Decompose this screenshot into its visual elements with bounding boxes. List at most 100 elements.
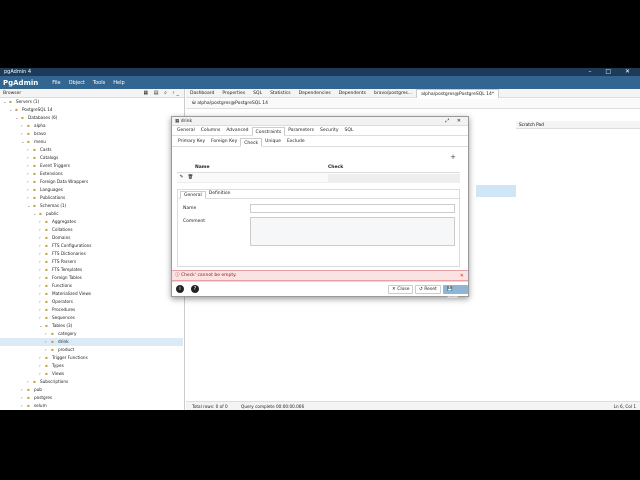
tree-item[interactable]: › ▪ FTS Templates — [0, 266, 183, 274]
tree-item[interactable]: ⌄ ▪ public — [0, 210, 183, 218]
tree-item[interactable]: ⌄ ▪ PostgreSQL 14 — [0, 106, 183, 114]
tree-item-label: Foreign Data Wrappers — [40, 179, 89, 184]
dialog-tab[interactable]: General — [174, 126, 198, 135]
comment-textarea[interactable] — [250, 217, 455, 246]
tree-item[interactable]: › ▪ Sequences — [0, 314, 183, 322]
tree-item[interactable]: › ▪ Operators — [0, 298, 183, 306]
save-button[interactable]: 💾 Save — [443, 285, 468, 300]
tree-item[interactable]: › ▪ Aggregates — [0, 218, 183, 226]
node-icon: ▪ — [45, 219, 48, 224]
tree-item[interactable]: › ▪ alpha — [0, 122, 183, 130]
constraint-tab[interactable]: Unique — [262, 137, 284, 146]
tree-item-label: bravo — [34, 131, 46, 136]
constraint-tab[interactable]: Exclude — [284, 137, 308, 146]
tree-item[interactable]: › ▪ Foreign Data Wrappers — [0, 178, 183, 186]
tree-item[interactable]: › ▪ Casts — [0, 146, 183, 154]
tree-item[interactable]: › ▪ Domains — [0, 234, 183, 242]
tree-item-label: Servers (1) — [16, 99, 40, 104]
row-name-cell[interactable] — [195, 173, 328, 183]
tree-item[interactable]: › ▪ product — [0, 346, 183, 354]
window-controls[interactable]: – □ ✕ — [588, 68, 636, 76]
dialog-tab[interactable]: Advanced — [223, 126, 251, 135]
tree-item[interactable]: › ▪ Extensions — [0, 170, 183, 178]
tree-item[interactable]: › ▪ Trigger Functions — [0, 354, 183, 362]
tree-item[interactable]: ⌄ ▪ menu — [0, 138, 183, 146]
add-row-icon[interactable]: + — [450, 153, 456, 161]
main-tab[interactable]: Dependents — [335, 91, 370, 96]
node-icon: ▪ — [45, 363, 48, 368]
main-tab[interactable]: Dashboard — [186, 91, 218, 96]
status-rows: Total rows: 0 of 0 — [192, 404, 228, 409]
tree-item-label: public — [46, 211, 59, 216]
dialog-tab[interactable]: SQL — [341, 126, 356, 135]
main-tab[interactable]: SQL — [249, 91, 266, 96]
delete-icon[interactable]: 🗑 — [186, 175, 195, 180]
tree-item[interactable]: › ▪ bravo — [0, 130, 183, 138]
menu-tools[interactable]: Tools — [93, 80, 105, 86]
tree-item[interactable]: › ▪ FTS Parsers — [0, 258, 183, 266]
menu-bar: PgAdmin File Object Tools Help — [0, 76, 640, 89]
tree-item[interactable]: › ▪ category — [0, 330, 183, 338]
browser-toolbar-icons[interactable]: ▦ ▤ ⌕ ›_ — [143, 89, 181, 98]
tree-item[interactable]: › ▪ FTS Dictionaries — [0, 250, 183, 258]
tree-item[interactable]: › ▪ Languages — [0, 186, 183, 194]
tree-item[interactable]: ⌄ ▪ Servers (1) — [0, 98, 183, 106]
main-tab[interactable]: Dependencies — [295, 91, 335, 96]
connection-select[interactable]: alpha/postgres@PostgreSQL 14 — [197, 101, 268, 106]
tree-item[interactable]: › ▪ selum — [0, 402, 183, 410]
tree-item[interactable]: › ▪ postgres — [0, 394, 183, 402]
node-icon: ▪ — [45, 323, 48, 328]
tree-item[interactable]: ⌄ ▪ Schemas (1) — [0, 202, 183, 210]
dialog-tab[interactable]: Columns — [198, 126, 224, 135]
constraint-tab[interactable]: Check — [240, 138, 263, 147]
main-tab[interactable]: alpha/postgres@PostgreSQL 14* — [416, 88, 500, 98]
main-tab[interactable]: Properties — [218, 91, 249, 96]
node-icon: ▪ — [45, 251, 48, 256]
node-icon: ▪ — [45, 275, 48, 280]
tree-item-label: Types — [52, 363, 64, 368]
edit-icon[interactable]: ✎ — [177, 175, 186, 180]
tree-item[interactable]: › ▪ Publications — [0, 194, 183, 202]
tree-item[interactable]: › ▪ pub — [0, 386, 183, 394]
row-check-cell[interactable] — [328, 173, 460, 182]
tree-item-label: Languages — [40, 187, 63, 192]
tree-item-label: Functions — [52, 283, 72, 288]
name-input[interactable] — [250, 204, 455, 213]
tree-item[interactable]: › ▪ Subscriptions — [0, 378, 183, 386]
tree-item[interactable]: ⌄ ▪ Tables (3) — [0, 322, 183, 330]
status-bar: Total rows: 0 of 0 Query complete 00:00:… — [186, 401, 640, 410]
main-tab[interactable]: Statistics — [266, 91, 295, 96]
node-icon: ▪ — [33, 179, 36, 184]
close-button[interactable]: ✕ Close — [388, 285, 414, 294]
tree-item[interactable]: › ▪ Collations — [0, 226, 183, 234]
dialog-tab[interactable]: Parameters — [285, 126, 317, 135]
main-tab[interactable]: bravo/postgres... — [370, 91, 416, 96]
tree-item[interactable]: › ▪ Event Triggers — [0, 162, 183, 170]
tree-item[interactable]: › ▪ Types — [0, 362, 183, 370]
tree-item[interactable]: ⌄ ▪ Databases (6) — [0, 114, 183, 122]
reset-button[interactable]: ↺ Reset — [415, 285, 441, 294]
tree-item[interactable]: › ▪ Materialized Views — [0, 290, 183, 298]
dialog-window-controls[interactable]: ⤢ ✕ — [445, 117, 464, 126]
tree-item[interactable]: › ▪ Views — [0, 370, 183, 378]
edit-tab[interactable]: Definition — [206, 190, 234, 198]
menu-object[interactable]: Object — [69, 80, 85, 86]
tree-item[interactable]: › ▪ Catalogs — [0, 154, 183, 162]
tree-item[interactable]: › ▪ Functions — [0, 282, 183, 290]
col-check-header: Check — [328, 165, 344, 170]
tree-item[interactable]: › ▪ FTS Configurations — [0, 242, 183, 250]
dialog-tab[interactable]: Constraints — [251, 127, 286, 136]
tree-item[interactable]: › ▪ Procedures — [0, 306, 183, 314]
constraint-tab[interactable]: Foreign Key — [208, 137, 240, 146]
menu-help[interactable]: Help — [113, 80, 124, 86]
tree-item[interactable]: › ▪ drink — [0, 338, 183, 346]
edit-tab[interactable]: General — [180, 191, 206, 199]
help-icon[interactable]: ? — [191, 285, 199, 293]
close-error-icon[interactable]: ✕ — [460, 271, 464, 281]
constraint-tab[interactable]: Primary Key — [175, 137, 208, 146]
tree-item[interactable]: › ▪ Foreign Tables — [0, 274, 183, 282]
dialog-tab[interactable]: Security — [317, 126, 341, 135]
menu-file[interactable]: File — [52, 80, 60, 86]
info-icon[interactable]: i — [176, 285, 184, 293]
node-icon: ▪ — [33, 379, 36, 384]
